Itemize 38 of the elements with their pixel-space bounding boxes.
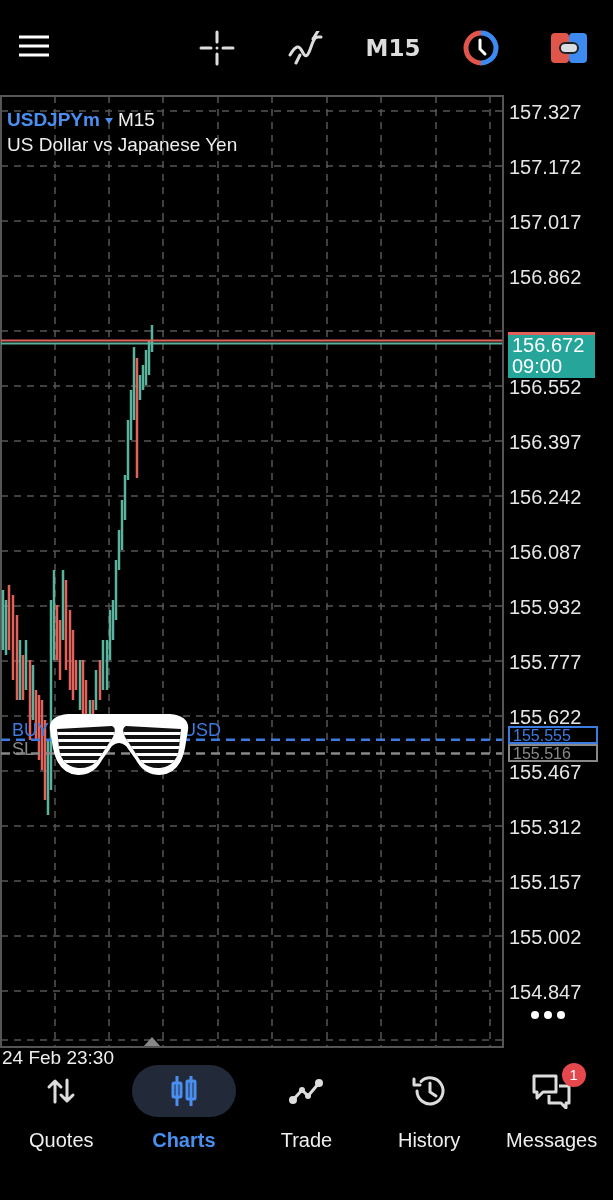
price-tick-label: 156.087 <box>509 543 582 561</box>
dropdown-caret-icon[interactable] <box>104 118 113 124</box>
current-price-tag: 156.672 09:00 <box>508 332 595 379</box>
pill-switch-icon[interactable] <box>551 32 587 63</box>
price-tick-label: 155.622 <box>509 708 582 726</box>
crosshair-icon[interactable] <box>199 29 235 66</box>
price-tick-label: 156.862 <box>509 268 582 286</box>
history-icon <box>411 1074 448 1108</box>
price-tick-label: 155.777 <box>509 653 582 671</box>
price-tick-label: 157.017 <box>509 213 582 231</box>
clock-icon[interactable] <box>463 29 499 66</box>
line-chart-icon <box>288 1077 325 1105</box>
timeframe-button[interactable]: M15 <box>349 22 437 73</box>
price-tick-label: 154.847 <box>509 983 582 1001</box>
symbol-description: US Dollar vs Japanese Yen <box>7 133 238 157</box>
nav-tab[interactable]: History <box>367 1065 491 1152</box>
notification-badge: 1 <box>561 1063 586 1087</box>
price-tick-label: 155.932 <box>509 598 582 616</box>
more-icon[interactable] <box>530 1010 566 1020</box>
price-tick-label: 156.242 <box>509 488 582 506</box>
nav-tab[interactable]: Trade <box>245 1065 368 1152</box>
scroll-marker-icon[interactable] <box>144 1037 160 1046</box>
up-down-arrows-icon <box>46 1077 77 1105</box>
price-tick-label: 155.467 <box>509 763 582 781</box>
price-tick-label: 155.002 <box>509 928 582 946</box>
order-price-tag: 155.555 <box>508 725 598 744</box>
wave-line-icon[interactable] <box>287 30 323 65</box>
price-tick-label: 155.312 <box>509 818 582 836</box>
stop-loss-label: SL <box>12 739 35 758</box>
price-tick-label: 157.172 <box>509 158 582 176</box>
timeframe-label: M15 <box>117 109 155 130</box>
nav-tab[interactable]: 1 Messages <box>490 1065 613 1152</box>
price-tick-label: 157.327 <box>509 103 582 121</box>
price-tick-label: 155.157 <box>509 873 582 891</box>
symbol-label[interactable]: USDJPYm <box>7 109 100 130</box>
price-tick-label: 156.397 <box>509 433 582 451</box>
menu-icon[interactable] <box>18 34 50 58</box>
price-tick-label: 156.552 <box>509 378 582 396</box>
